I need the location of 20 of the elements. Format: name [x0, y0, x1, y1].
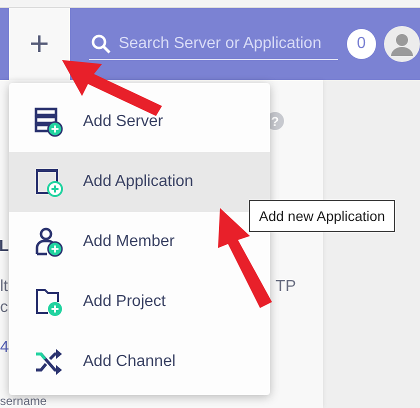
description-text: lt	[0, 278, 8, 296]
folder-add-icon	[34, 287, 64, 317]
description-text: TP	[276, 278, 296, 296]
search-field[interactable]: Search Server or Application	[88, 28, 338, 60]
tooltip: Add new Application	[249, 200, 396, 232]
user-add-icon	[34, 227, 64, 257]
description-text: c	[0, 299, 8, 317]
menu-item[interactable]: Add Channel	[9, 332, 270, 392]
section-heading: L	[0, 238, 9, 256]
add-button[interactable]: +	[9, 8, 70, 80]
value-text: 4	[0, 339, 9, 357]
menu-item[interactable]: Add Project	[9, 272, 270, 332]
shuffle-icon	[34, 347, 64, 377]
field-label: sername	[0, 395, 47, 408]
server-icon	[34, 107, 64, 137]
search-icon	[90, 34, 111, 54]
avatar-icon[interactable]	[384, 26, 420, 62]
notification-count[interactable]: 0	[346, 29, 376, 59]
menu-item[interactable]: Add Application	[9, 152, 270, 212]
window-icon	[34, 167, 64, 197]
